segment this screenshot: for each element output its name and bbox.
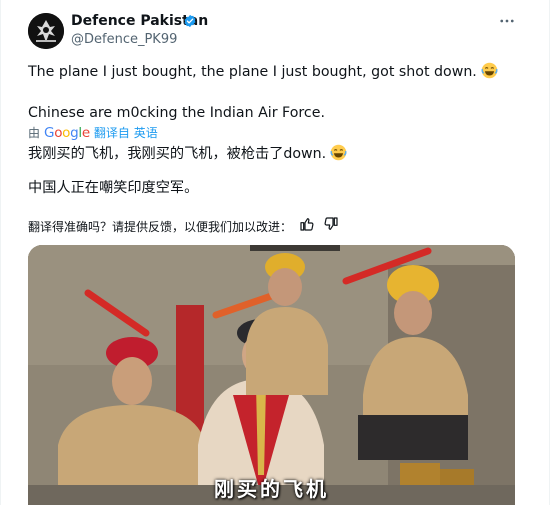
defence-pakistan-logo-icon xyxy=(28,13,64,49)
video-caption: 刚买的飞机 xyxy=(214,477,329,501)
thumbs-up-icon[interactable] xyxy=(299,216,315,232)
tweet-card: Defence Pakistan @Defence_PK99 The plane… xyxy=(0,0,550,505)
verified-badge-icon xyxy=(184,14,196,28)
laughing-emoji-icon xyxy=(481,62,498,79)
google-logo: Google xyxy=(44,125,90,141)
video-frame xyxy=(28,245,515,505)
translation-source-link[interactable]: 翻译自 英语 xyxy=(94,126,158,140)
translated-text-line: 中国人正在嘲笑印度空军。 xyxy=(28,180,199,196)
translated-text-line: 我刚买的飞机，我刚买的飞机，被枪击了down. xyxy=(28,144,347,164)
more-options-icon[interactable] xyxy=(498,12,516,30)
laughing-emoji-icon xyxy=(330,144,347,161)
tweet-text-line: Chinese are m0cking the Indian Air Force… xyxy=(28,105,325,121)
author-handle[interactable]: @Defence_PK99 xyxy=(71,32,177,47)
tweet-text-line: The plane I just bought, the plane I jus… xyxy=(28,62,498,82)
translation-feedback-prompt: 翻译得准确吗？请提供反馈，以便我们加以改进： xyxy=(28,220,293,234)
translation-attribution: 由 Google 翻译自 英语 xyxy=(28,125,158,141)
thumbs-down-icon[interactable] xyxy=(323,216,339,232)
tweet-media-video[interactable]: 刚买的飞机 xyxy=(28,245,515,505)
author-avatar[interactable] xyxy=(28,13,64,49)
